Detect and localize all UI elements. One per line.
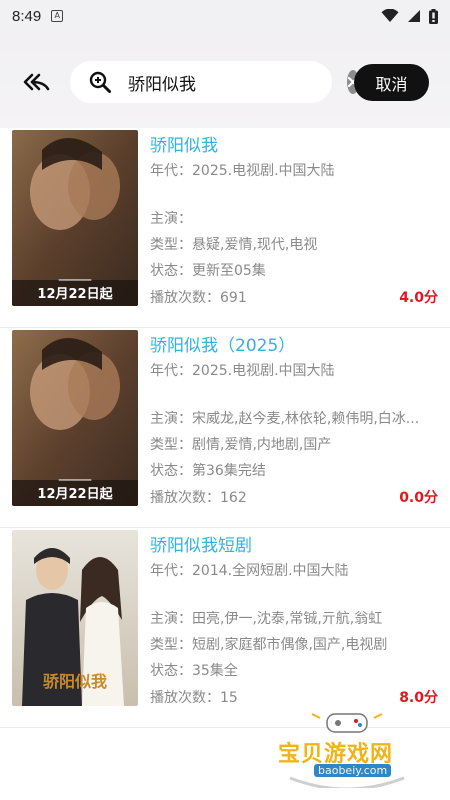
back-arrow-icon — [23, 73, 50, 91]
result-plays: 播放次数：15 — [150, 690, 238, 706]
poster-image[interactable]: ━━━━━━━━━ 12月22日起 — [12, 330, 138, 506]
result-item[interactable]: ━━━━━━━━━ 12月22日起 骄阳似我 年代：2025.电视剧.中国大陆 … — [0, 128, 450, 328]
back-button[interactable] — [20, 70, 52, 94]
result-year: 年代：2025.电视剧.中国大陆 — [150, 163, 335, 179]
poster-image[interactable]: ━━━━━━━━━ 12月22日起 — [12, 130, 138, 306]
watermark-url: baobeiy.com — [314, 764, 392, 777]
result-score: 8.0分 — [399, 690, 438, 706]
poster-image[interactable]: 骄阳似我 — [12, 530, 138, 706]
wifi-icon — [381, 9, 399, 22]
poster-caption: 骄阳似我 — [42, 672, 107, 691]
search-input[interactable] — [128, 72, 347, 92]
result-cast: 主演：田亮,伊一,沈泰,常铖,亓航,翁虹 — [150, 611, 383, 627]
result-item[interactable]: 骄阳似我 骄阳似我短剧 年代：2014.全网短剧.中国大陆 主演：田亮,伊一,沈… — [0, 528, 450, 728]
signal-icon — [408, 10, 420, 22]
search-header: 取消 — [0, 32, 450, 128]
status-icons — [381, 8, 438, 24]
result-status: 状态：35集全 — [150, 663, 238, 679]
status-time: 8:49 — [12, 7, 42, 25]
result-plays: 播放次数：162 — [150, 490, 247, 506]
site-watermark: 宝贝游戏网 baobeiy.com — [272, 708, 422, 788]
result-title[interactable]: 骄阳似我（2025） — [150, 331, 295, 356]
result-score: 4.0分 — [399, 290, 438, 306]
result-genre: 类型：悬疑,爱情,现代,电视 — [150, 237, 318, 253]
result-status: 状态：更新至05集 — [150, 263, 266, 279]
result-title[interactable]: 骄阳似我 — [150, 131, 218, 156]
result-year: 年代：2025.电视剧.中国大陆 — [150, 363, 335, 379]
poster-caption: 12月22日起 — [37, 487, 113, 502]
result-genre: 类型：短剧,家庭都市偶像,国产,电视剧 — [150, 637, 388, 653]
notification-icon: A — [51, 10, 64, 22]
battery-icon — [429, 8, 438, 24]
result-genre: 类型：剧情,爱情,内地剧,国产 — [150, 437, 332, 453]
result-status: 状态：第36集完结 — [150, 463, 266, 479]
poster-caption: 12月22日起 — [37, 287, 113, 302]
result-item[interactable]: ━━━━━━━━━ 12月22日起 骄阳似我（2025） 年代：2025.电视剧… — [0, 328, 450, 528]
search-icon — [88, 70, 112, 94]
status-bar: 8:49 A — [0, 0, 450, 32]
search-box[interactable] — [70, 61, 359, 103]
result-list: ━━━━━━━━━ 12月22日起 骄阳似我 年代：2025.电视剧.中国大陆 … — [0, 128, 450, 728]
result-plays: 播放次数：691 — [150, 290, 247, 306]
result-cast: 主演：宋威龙,赵今麦,林依轮,赖伟明,白冰... — [150, 411, 420, 427]
result-cast: 主演： — [150, 211, 192, 227]
result-year: 年代：2014.全网短剧.中国大陆 — [150, 563, 349, 579]
result-title[interactable]: 骄阳似我短剧 — [150, 531, 252, 556]
result-score: 0.0分 — [399, 490, 438, 506]
cancel-button[interactable]: 取消 — [354, 64, 429, 101]
